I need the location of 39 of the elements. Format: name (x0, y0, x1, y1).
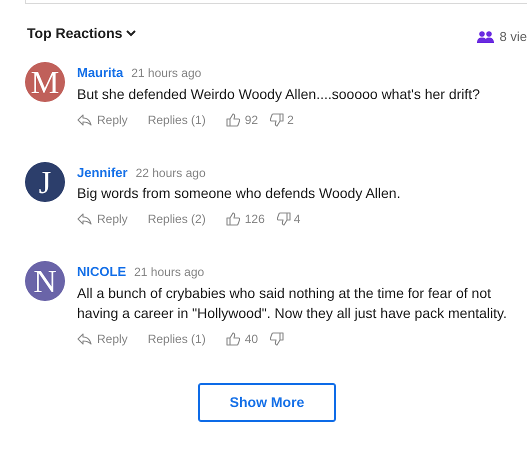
reply-icon (77, 213, 92, 225)
dislike-button[interactable]: 2 (270, 110, 294, 128)
sort-dropdown[interactable]: Top Reactions (27, 23, 136, 44)
replies-button[interactable]: Replies (2) (148, 210, 206, 228)
comment-text: All a bunch of crybabies who said nothing at the time for fear of not having a career in "Hollywood". Now they all just have pack mentality. (77, 284, 508, 322)
thumbs-down-icon (276, 212, 291, 226)
thumbs-up-icon (226, 112, 240, 126)
reply-button[interactable]: Reply (77, 210, 128, 228)
like-button[interactable]: 40 (226, 330, 258, 348)
dislike-button[interactable] (270, 332, 284, 346)
input-field[interactable] (25, 0, 527, 4)
timestamp: 21 hours ago (131, 65, 202, 82)
reply-icon (77, 332, 92, 344)
thumbs-down-icon (270, 332, 284, 346)
timestamp: 22 hours ago (136, 164, 206, 182)
avatar: J (25, 162, 65, 202)
viewer-count: 8 vie (500, 28, 527, 46)
reply-icon (77, 114, 92, 126)
author-link[interactable]: Maurita (77, 63, 124, 82)
like-button[interactable]: 92 (226, 110, 258, 128)
thumbs-up-icon (226, 212, 240, 226)
chevron-down-icon (126, 30, 136, 37)
avatar: M (25, 62, 65, 102)
thumbs-up-icon (226, 332, 240, 346)
reply-button[interactable]: Reply (77, 110, 128, 128)
comment-text: But she defended Weirdo Woody Allen....sooooo what's her drift? (77, 84, 481, 104)
timestamp: 21 hours ago (134, 264, 204, 281)
like-button[interactable]: 126 (226, 210, 265, 228)
show-more-button[interactable]: Show More (198, 382, 336, 422)
author-link[interactable]: Jennifer (77, 162, 128, 182)
replies-button[interactable]: Replies (1) (148, 110, 206, 128)
avatar: N (25, 261, 65, 301)
replies-button[interactable]: Replies (1) (148, 330, 206, 348)
dislike-button[interactable]: 4 (276, 210, 300, 228)
thumbs-down-icon (270, 112, 284, 126)
people-icon (476, 30, 494, 42)
reply-button[interactable]: Reply (77, 330, 128, 348)
author-link[interactable]: NICOLE (77, 262, 126, 282)
comment-text: Big words from someone who defends Woody Allen. (77, 184, 402, 203)
